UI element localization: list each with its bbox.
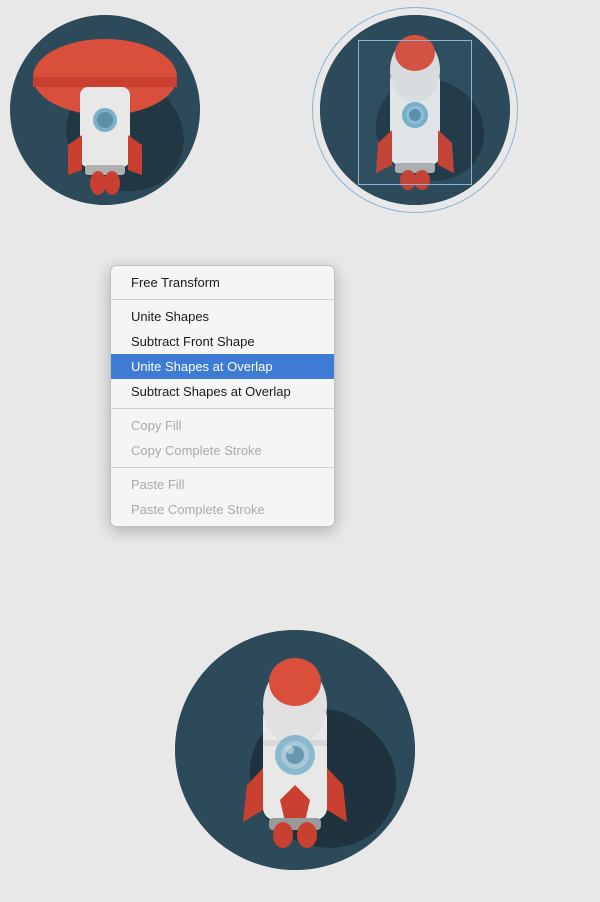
menu-item-unite-overlap[interactable]: Unite Shapes at Overlap (111, 354, 334, 379)
rocket-icon-topright (320, 15, 510, 205)
menu-item-free-transform[interactable]: Free Transform (111, 270, 334, 295)
rocket-icon-bottom (175, 630, 415, 870)
menu-item-paste-fill: Paste Fill (111, 472, 334, 497)
menu-item-subtract-front[interactable]: Subtract Front Shape (111, 329, 334, 354)
rocket-icon-topleft (10, 15, 200, 205)
menu-item-paste-stroke: Paste Complete Stroke (111, 497, 334, 522)
selection-rect (358, 40, 472, 185)
canvas: Free Transform Unite Shapes Subtract Fro… (0, 0, 600, 902)
menu-item-copy-fill: Copy Fill (111, 413, 334, 438)
menu-item-copy-stroke: Copy Complete Stroke (111, 438, 334, 463)
menu-item-unite-shapes[interactable]: Unite Shapes (111, 304, 334, 329)
menu-separator-1 (111, 299, 334, 300)
context-menu: Free Transform Unite Shapes Subtract Fro… (110, 265, 335, 527)
menu-separator-2 (111, 408, 334, 409)
menu-item-subtract-overlap[interactable]: Subtract Shapes at Overlap (111, 379, 334, 404)
menu-separator-3 (111, 467, 334, 468)
